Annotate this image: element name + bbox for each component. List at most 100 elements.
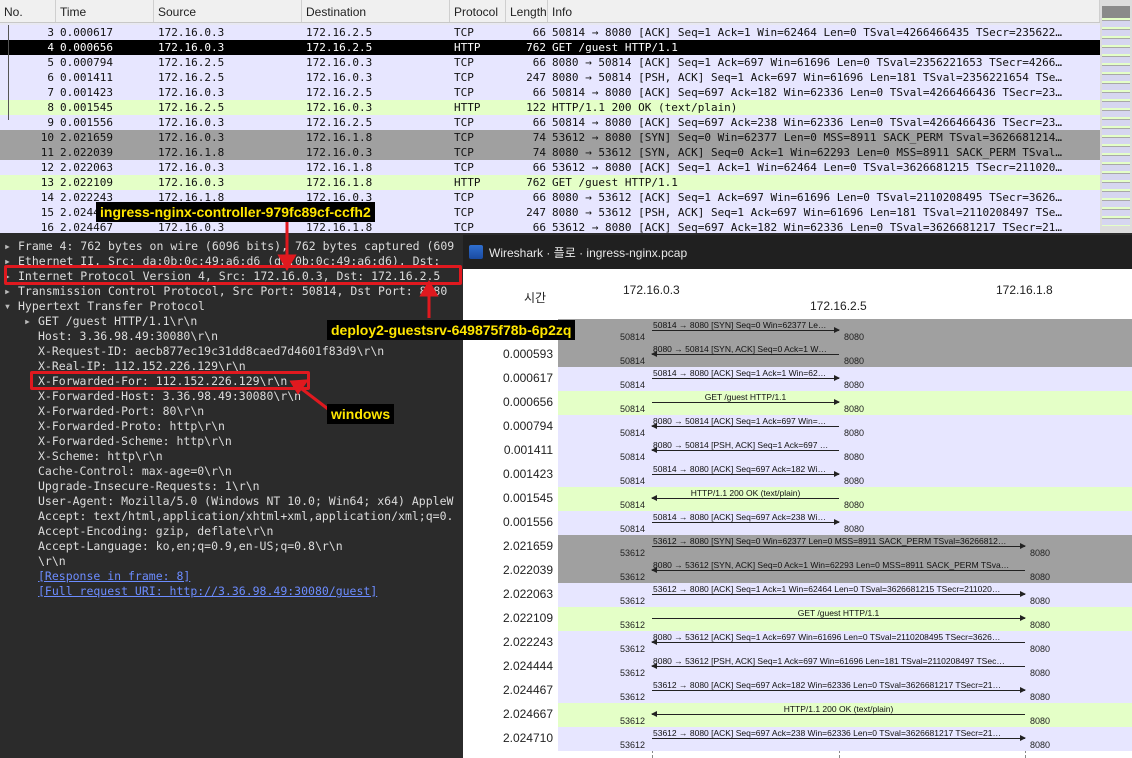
packet-list-header: No. Time Source Destination Protocol Len… xyxy=(0,0,1100,23)
packet-cell-dst: 172.16.2.5 xyxy=(306,86,373,99)
packet-minimap-scrollbar[interactable] xyxy=(1100,0,1132,233)
collapsed-chevron-icon[interactable]: ▸ xyxy=(24,314,38,329)
flow-arrow-label: GET /guest HTTP/1.1 xyxy=(797,608,880,618)
flow-time: 2.024444 xyxy=(502,659,553,673)
packet-row[interactable]: 12 2.022063 172.16.0.3 172.16.1.8 TCP 66 53612… xyxy=(0,160,1100,175)
column-header-destination[interactable]: Destination xyxy=(302,0,450,22)
flow-dst-port: 8080 xyxy=(844,524,865,534)
flow-dst-port: 8080 xyxy=(844,452,865,462)
detail-tree-item[interactable]: X-Scheme: http\r\n xyxy=(0,449,163,464)
column-header-info[interactable]: Info xyxy=(548,0,1100,22)
packet-row[interactable]: 8 0.001545 172.16.2.5 172.16.0.3 HTTP 122 HTTP… xyxy=(0,100,1100,115)
column-header-source[interactable]: Source xyxy=(154,0,302,22)
detail-tree-item[interactable]: Accept: text/html,application/xhtml+xml,… xyxy=(0,509,453,524)
collapsed-chevron-icon[interactable]: ▸ xyxy=(4,239,18,254)
packet-details-pane[interactable]: ▸ Frame 4: 762 bytes on wire (6096 bits),… xyxy=(0,233,460,758)
detail-tree-item[interactable]: Cache-Control: max-age=0\r\n xyxy=(0,464,232,479)
flow-graph-window[interactable]: Wireshark · 플로 · ingress-nginx.pcap 시간 1… xyxy=(463,235,1132,758)
detail-tree-item[interactable]: \r\n xyxy=(0,554,66,569)
packet-cell-time: 0.000794 xyxy=(60,56,113,69)
flow-time: 0.001545 xyxy=(502,491,553,505)
packet-row[interactable]: 5 0.000794 172.16.2.5 172.16.0.3 TCP 66 8080 →… xyxy=(0,55,1100,70)
detail-tree-item[interactable]: ▾ Hypertext Transfer Protocol xyxy=(0,299,205,314)
pod-label-guestsrv: deploy2-guestsrv-649875f78b-6p2zq xyxy=(327,320,576,340)
packet-cell-dst: 172.16.2.5 xyxy=(306,26,373,39)
packet-cell-src: 172.16.2.5 xyxy=(158,56,225,69)
detail-tree-item[interactable]: X-Request-ID: aecb877ec19c31dd8caed7d460… xyxy=(0,344,384,359)
flow-time: 0.000656 xyxy=(502,395,553,409)
detail-tree-item[interactable]: User-Agent: Mozilla/5.0 (Windows NT 10.0… xyxy=(0,494,453,509)
packet-cell-info: 53612 → 8080 [SYN] Seq=0 Win=62377 Len=0… xyxy=(552,131,1062,144)
flow-src-port: 53612 xyxy=(620,572,646,582)
flow-arrow-label: 50814 → 8080 [SYN] Seq=0 Win=62377 Le… xyxy=(653,320,827,330)
detail-tree-item[interactable]: [Response in frame: 8] xyxy=(0,569,190,584)
flow-arrow xyxy=(651,567,1025,573)
window-titlebar[interactable]: Wireshark · 플로 · ingress-nginx.pcap xyxy=(463,235,1132,269)
column-header-time[interactable]: Time xyxy=(56,0,154,22)
flow-time: 2.021659 xyxy=(502,539,553,553)
packet-cell-len: 247 xyxy=(526,206,546,219)
packet-row[interactable]: 3 0.000617 172.16.0.3 172.16.2.5 TCP 66 50814 … xyxy=(0,25,1100,40)
packet-cell-len: 122 xyxy=(526,101,546,114)
scrollbar-thumb[interactable] xyxy=(1102,6,1130,18)
packet-cell-len: 66 xyxy=(532,86,546,99)
detail-tree-item[interactable]: Accept-Language: ko,en;q=0.9,en-US;q=0.8… xyxy=(0,539,343,554)
detail-tree-item[interactable]: ▸ Frame 4: 762 bytes on wire (6096 bits),… xyxy=(0,239,454,254)
column-header-no[interactable]: No. xyxy=(0,0,56,22)
packet-cell-len: 762 xyxy=(526,176,546,189)
flow-graph-canvas[interactable]: 시간 172.16.0.3 172.16.2.5 172.16.1.8 0.00… xyxy=(463,269,1132,758)
expanded-chevron-icon[interactable]: ▾ xyxy=(4,299,18,314)
detail-text: GET /guest HTTP/1.1\r\n xyxy=(38,314,198,328)
detail-tree-item[interactable]: X-Forwarded-Scheme: http\r\n xyxy=(0,434,232,449)
packet-cell-proto: HTTP xyxy=(454,41,481,54)
detail-tree-item[interactable]: X-Forwarded-Proto: http\r\n xyxy=(0,419,225,434)
packet-cell-dst: 172.16.1.8 xyxy=(306,176,373,189)
window-title: Wireshark · 플로 · ingress-nginx.pcap xyxy=(489,245,688,260)
flow-src-port: 53612 xyxy=(620,692,646,702)
packet-row[interactable]: 10 2.021659 172.16.0.3 172.16.1.8 TCP 74 53612… xyxy=(0,130,1100,145)
detail-tree-item[interactable]: Host: 3.36.98.49:30080\r\n xyxy=(0,329,218,344)
flow-dst-port: 8080 xyxy=(1030,716,1051,726)
packet-cell-no: 13 xyxy=(40,176,54,189)
packet-cell-proto: TCP xyxy=(454,161,474,174)
detail-tree-item[interactable]: ▸ GET /guest HTTP/1.1\r\n xyxy=(0,314,197,329)
packet-cell-proto: HTTP xyxy=(454,176,481,189)
flow-arrow xyxy=(651,495,839,501)
detail-link[interactable]: [Response in frame: 8] xyxy=(38,569,190,583)
detail-tree-item[interactable]: [Full request URI: http://3.36.98.49:300… xyxy=(0,584,377,599)
detail-tree-item[interactable]: Accept-Encoding: gzip, deflate\r\n xyxy=(0,524,273,539)
detail-tree-item[interactable]: X-Forwarded-Host: 3.36.98.49:30080\r\n xyxy=(0,389,301,404)
detail-link[interactable]: [Full request URI: http://3.36.98.49:300… xyxy=(38,584,377,598)
client-label-windows: windows xyxy=(327,404,395,424)
packet-row[interactable]: 13 2.022109 172.16.0.3 172.16.1.8 HTTP 762 GET… xyxy=(0,175,1100,190)
packet-cell-dst: 172.16.2.5 xyxy=(306,41,373,54)
detail-text: Transmission Control Protocol, Src Port:… xyxy=(18,284,448,298)
flow-src-port: 50814 xyxy=(620,332,646,342)
packet-cell-info: 50814 → 8080 [ACK] Seq=697 Ack=238 Win=6… xyxy=(552,116,1062,129)
collapsed-chevron-icon[interactable]: ▸ xyxy=(4,284,18,299)
flow-dst-port: 8080 xyxy=(844,404,865,414)
packet-cell-no: 11 xyxy=(40,146,54,159)
detail-tree-item[interactable]: X-Forwarded-Port: 80\r\n xyxy=(0,404,204,419)
packet-row[interactable]: 7 0.001423 172.16.0.3 172.16.2.5 TCP 66 50814 … xyxy=(0,85,1100,100)
detail-text: X-Request-ID: aecb877ec19c31dd8caed7d460… xyxy=(38,344,385,358)
flow-src-port: 50814 xyxy=(620,428,646,438)
host-header-1: 172.16.2.5 xyxy=(810,299,867,313)
packet-cell-len: 66 xyxy=(532,161,546,174)
detail-tree-item[interactable]: Upgrade-Insecure-Requests: 1\r\n xyxy=(0,479,260,494)
flow-arrow xyxy=(652,615,1026,621)
packet-row[interactable]: 11 2.022039 172.16.1.8 172.16.0.3 TCP 74 8080 … xyxy=(0,145,1100,160)
packet-cell-dst: 172.16.0.3 xyxy=(306,56,373,69)
detail-tree-item[interactable]: ▸ Transmission Control Protocol, Src Port… xyxy=(0,284,447,299)
packet-cell-dst: 172.16.2.5 xyxy=(306,116,373,129)
column-header-length[interactable]: Length xyxy=(506,0,548,22)
packet-cell-dst: 172.16.0.3 xyxy=(306,71,373,84)
flow-time: 2.022243 xyxy=(502,635,553,649)
column-header-protocol[interactable]: Protocol xyxy=(450,0,506,22)
packet-cell-info: 53612 → 8080 [ACK] Seq=1 Ack=1 Win=62464… xyxy=(552,161,1062,174)
packet-row[interactable]: 9 0.001556 172.16.0.3 172.16.2.5 TCP 66 50814 … xyxy=(0,115,1100,130)
packet-row[interactable]: 6 0.001411 172.16.2.5 172.16.0.3 TCP 247 8080 … xyxy=(0,70,1100,85)
packet-cell-src: 172.16.2.5 xyxy=(158,101,225,114)
packet-list-pane[interactable]: No. Time Source Destination Protocol Len… xyxy=(0,0,1132,233)
packet-row[interactable]: 4 0.000656 172.16.0.3 172.16.2.5 HTTP 762 GET … xyxy=(0,40,1100,55)
